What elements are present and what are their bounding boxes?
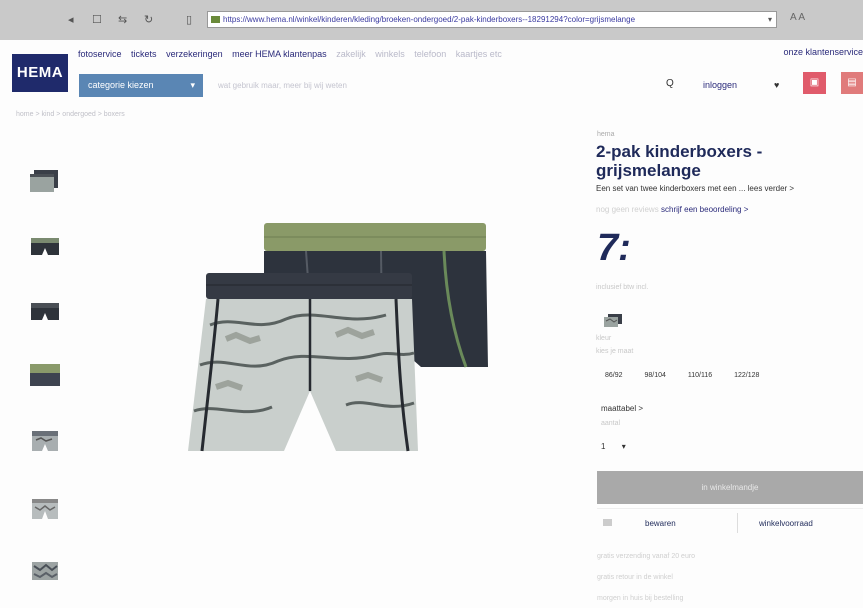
nav-item-zakelijk[interactable]: zakelijk (336, 49, 366, 59)
color-swatch-grijsmelange[interactable] (603, 313, 623, 328)
product-title: 2-pak kinderboxers - grijsmelange (596, 142, 763, 180)
store-stock-button[interactable]: winkelvoorraad (759, 519, 813, 528)
add-to-cart-button[interactable]: in winkelmandje (597, 471, 863, 504)
nav-item-tickets[interactable]: tickets (131, 49, 157, 59)
top-nav: fotoservice tickets verzekeringen meer H… (78, 49, 509, 59)
nav-item-telefoon[interactable]: telefoon (414, 49, 446, 59)
heart-icon[interactable]: ♥ (774, 75, 779, 95)
breadcrumb[interactable]: home > kind > ondergoed > boxers (16, 111, 125, 118)
usp-item: gratis retour in de winkel (597, 574, 673, 581)
thumbnail-2[interactable] (28, 233, 62, 259)
thumbnail-5[interactable] (28, 428, 62, 454)
color-label: kleur (596, 335, 612, 342)
cart-icon: ▤ (847, 77, 857, 88)
reader-icon[interactable]: ▯ (186, 13, 192, 26)
address-bar[interactable]: https://www.hema.nl/winkel/kinderen/kled… (207, 11, 777, 28)
product-image[interactable] (186, 215, 488, 455)
product-description[interactable]: Een set van twee kinderboxers met een ..… (596, 184, 863, 193)
chevron-down-icon: ▾ (621, 442, 626, 451)
product-price: 7: (597, 227, 631, 269)
category-select-button[interactable]: categorie kiezen ▾ (79, 74, 203, 97)
search-icon[interactable]: Q (666, 74, 674, 94)
review-count: nog geen reviews (596, 205, 659, 214)
forward-icon[interactable]: ↻ (144, 13, 153, 26)
size-option[interactable]: 86/92 (605, 372, 623, 379)
login-link[interactable]: inloggen (703, 75, 737, 95)
divider (737, 513, 738, 533)
bag-icon: ▣ (809, 77, 820, 88)
save-icon[interactable] (603, 519, 612, 526)
window-icon[interactable]: ☐ (92, 13, 102, 26)
thumbnail-1[interactable] (28, 168, 62, 194)
quantity-select[interactable]: 1 ▾ (601, 442, 626, 451)
size-option[interactable]: 98/104 (644, 372, 665, 379)
tabs-icon[interactable]: ⇆ (118, 13, 127, 26)
quantity-value: 1 (601, 442, 606, 451)
browser-toolbar: ◂ ☐ ⇆ ↻ ▯ https://www.hema.nl/winkel/kin… (0, 0, 863, 40)
category-select-label: categorie kiezen (88, 80, 154, 90)
product-actions: bewaren winkelvoorraad (597, 508, 863, 537)
back-icon[interactable]: ◂ (68, 13, 74, 26)
lock-icon (211, 16, 220, 24)
usp-item: gratis verzending vanaf 20 euro (597, 553, 696, 560)
thumbnail-6[interactable] (28, 496, 62, 522)
product-brand: hema (597, 131, 615, 138)
thumbnail-7[interactable] (28, 558, 62, 584)
size-option[interactable]: 122/128 (734, 372, 759, 379)
customer-service-link[interactable]: onze klantenservice (783, 47, 863, 57)
text-size-control[interactable]: A A (790, 12, 805, 23)
wishlist-button[interactable]: ▣ (803, 72, 826, 94)
nav-item-fotoservice[interactable]: fotoservice (78, 49, 122, 59)
dropdown-icon[interactable]: ▾ (768, 12, 772, 27)
nav-item-verzekeringen[interactable]: verzekeringen (166, 49, 223, 59)
nav-item-kaartjes[interactable]: kaartjes etc (456, 49, 502, 59)
usp-item: morgen in huis bij bestelling (597, 595, 684, 602)
size-label: kies je maat (596, 348, 634, 355)
size-options: 86/92 98/104 110/116 122/128 (605, 372, 779, 379)
chevron-down-icon: ▾ (190, 80, 195, 90)
thumbnail-3[interactable] (28, 298, 62, 324)
cart-button[interactable]: ▤ (841, 72, 863, 94)
write-review-link[interactable]: schrijf een beoordeling > (661, 205, 748, 214)
search-input[interactable]: wat gebruik maar, meer bij wij weten (210, 74, 660, 97)
nav-item-klantenpas[interactable]: meer HEMA klantenpas (232, 49, 327, 59)
size-option[interactable]: 110/116 (688, 372, 712, 379)
save-button[interactable]: bewaren (645, 519, 676, 528)
hema-logo[interactable]: HEMA (12, 54, 68, 92)
thumbnail-4[interactable] (28, 362, 62, 388)
url-text: https://www.hema.nl/winkel/kinderen/kled… (223, 15, 636, 24)
quantity-label: aantal (601, 420, 621, 427)
price-note: inclusief btw incl. (596, 284, 649, 291)
nav-item-winkels[interactable]: winkels (375, 49, 405, 59)
size-chart-link[interactable]: maattabel > (601, 404, 643, 413)
